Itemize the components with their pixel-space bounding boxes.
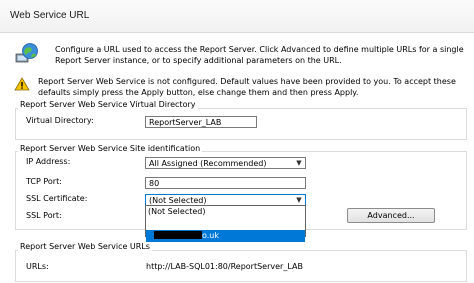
page-title: Web Service URL [10, 10, 90, 21]
virtual-directory-group-title: Report Server Web Service Virtual Direct… [18, 100, 198, 109]
chevron-down-icon: ▼ [296, 159, 302, 167]
ip-address-value: All Assigned (Recommended) [149, 159, 267, 168]
site-identification-group-title: Report Server Web Service Site identific… [18, 144, 203, 153]
urls-group-title: Report Server Web Service URLs [18, 242, 152, 251]
ssl-certificate-dropdown-list: (Not Selected) o.uk [145, 205, 306, 242]
tcp-port-input[interactable]: 80 [145, 177, 306, 189]
virtual-directory-input[interactable]: ReportServer_LAB [145, 116, 257, 128]
ip-address-label: IP Address: [26, 157, 71, 166]
certificate-name-suffix: o.uk [202, 231, 219, 240]
intro-text: Configure a URL used to access the Repor… [55, 45, 464, 65]
url-link[interactable]: http://LAB-SQL01:80/ReportServer_LAB [146, 262, 303, 271]
dropdown-option-certificate[interactable]: o.uk [146, 230, 305, 242]
ssl-certificate-label: SSL Certificate: [26, 194, 88, 203]
dropdown-option-blank[interactable] [146, 218, 305, 230]
urls-label: URLs: [26, 262, 49, 271]
chevron-down-icon: ▼ [296, 196, 302, 204]
advanced-button[interactable]: Advanced... [347, 208, 435, 223]
redacted-block [154, 231, 202, 239]
warning-icon [14, 77, 30, 91]
warning-text: Report Server Web Service is not configu… [38, 77, 456, 97]
globe-network-icon [14, 42, 40, 64]
ssl-port-label: SSL Port: [26, 211, 62, 220]
dropdown-option-not-selected[interactable]: (Not Selected) [146, 206, 305, 218]
ssl-certificate-value: (Not Selected) [149, 196, 207, 205]
tcp-port-label: TCP Port: [26, 177, 62, 186]
virtual-directory-label: Virtual Directory: [26, 116, 94, 125]
ip-address-select[interactable]: All Assigned (Recommended) ▼ [145, 157, 306, 169]
